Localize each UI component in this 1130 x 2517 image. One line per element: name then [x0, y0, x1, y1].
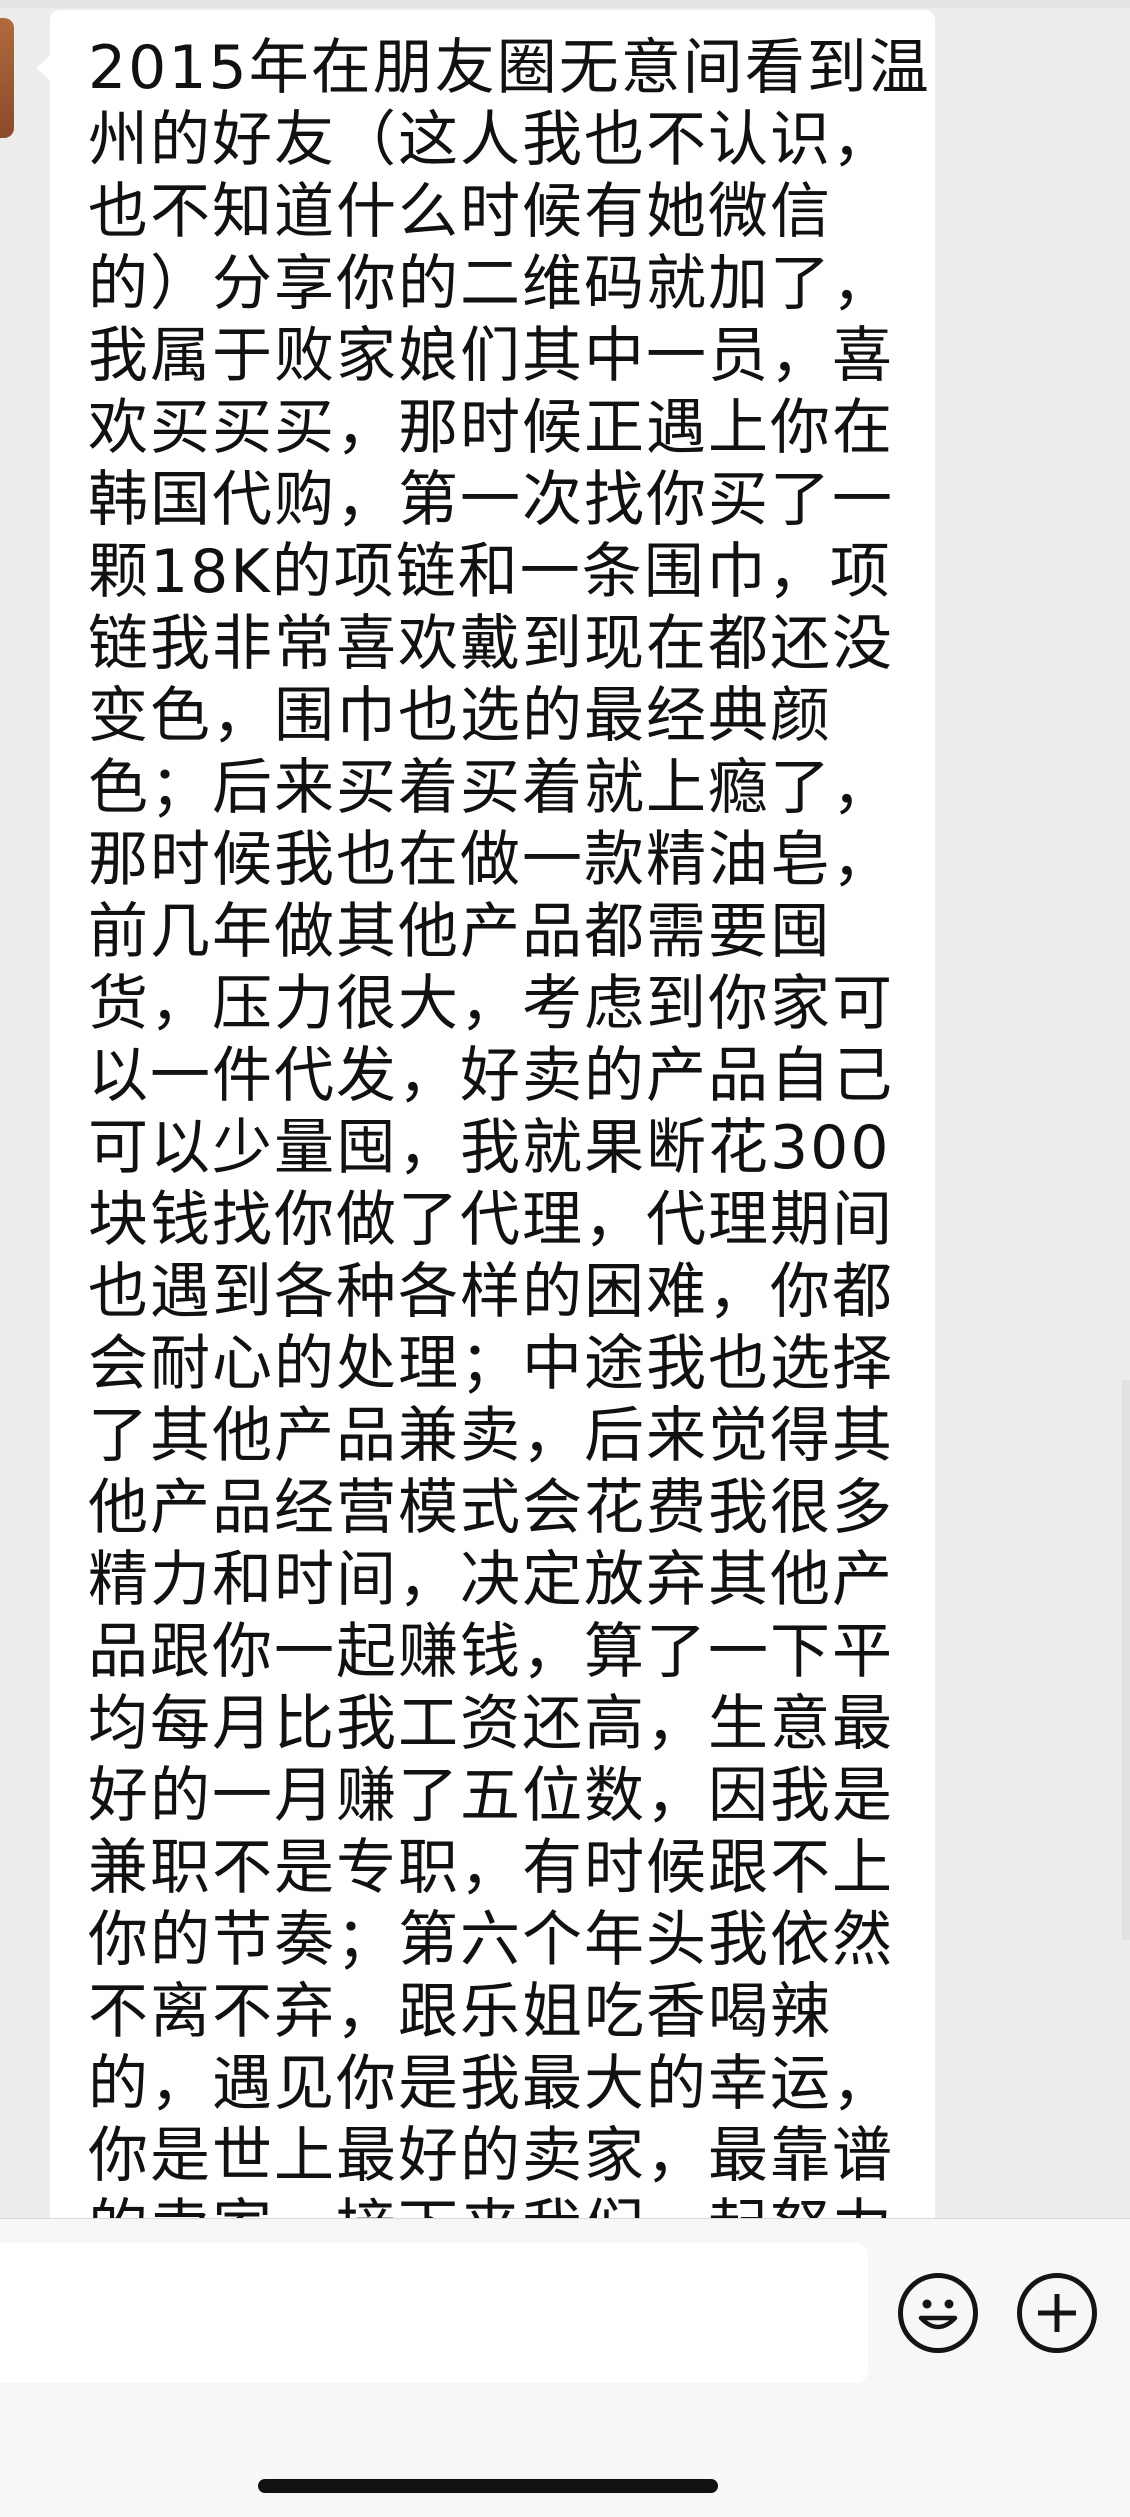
- top-divider: [0, 0, 1130, 8]
- more-options-button[interactable]: [1017, 2273, 1097, 2353]
- smiley-face-icon: [918, 2299, 958, 2330]
- home-indicator[interactable]: [258, 2479, 718, 2493]
- message-input[interactable]: [0, 2243, 868, 2383]
- sender-avatar[interactable]: [0, 18, 14, 138]
- emoji-button[interactable]: [898, 2273, 978, 2353]
- message-text: 2015年在朋友圈无意间看到温 州的好友（这人我也不认识， 也不知道什么时候有她…: [88, 33, 931, 2218]
- chat-input-bar: [0, 2218, 1130, 2517]
- chat-message-area[interactable]: 2015年在朋友圈无意间看到温 州的好友（这人我也不认识， 也不知道什么时候有她…: [0, 8, 1130, 2218]
- scrollbar[interactable]: [1122, 1380, 1130, 1940]
- plus-icon: [1038, 2294, 1076, 2332]
- message-bubble[interactable]: 2015年在朋友圈无意间看到温 州的好友（这人我也不认识， 也不知道什么时候有她…: [50, 10, 935, 2218]
